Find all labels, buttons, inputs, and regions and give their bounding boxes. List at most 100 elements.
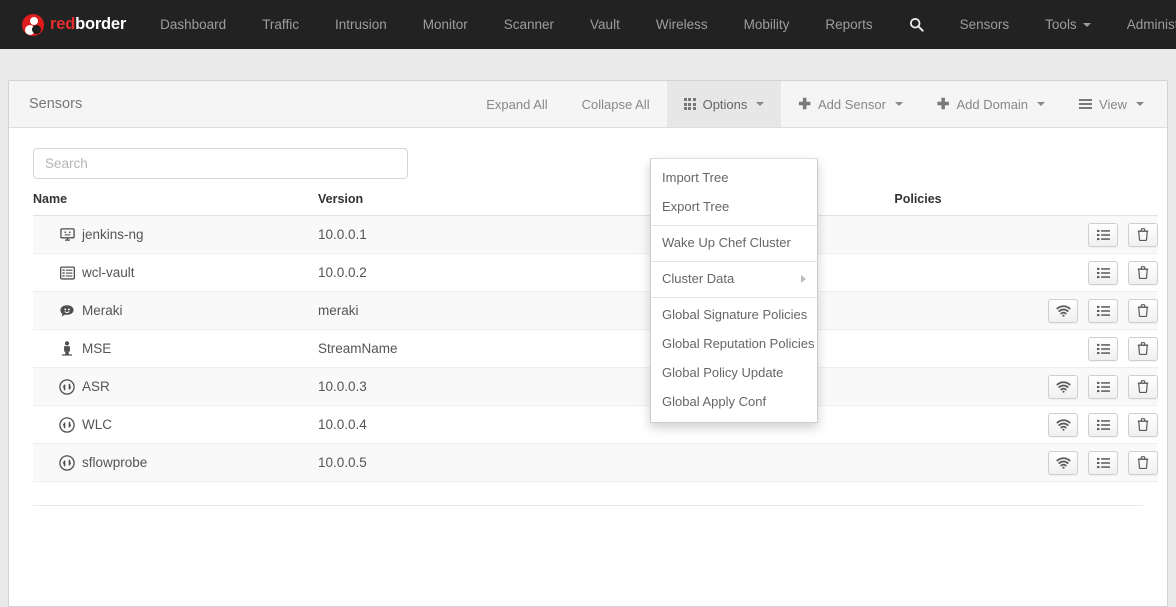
cell-name: MSE bbox=[33, 329, 318, 368]
nav-item-administrator[interactable]: Administrator bbox=[1109, 0, 1176, 49]
nav-item-tools-label: Tools bbox=[1045, 17, 1077, 32]
table-header: Name Version Policies bbox=[33, 192, 1158, 216]
list-icon-button[interactable] bbox=[1088, 412, 1119, 437]
add-sensor-button[interactable]: ✚ Add Sensor bbox=[781, 81, 920, 127]
list-icon-button[interactable] bbox=[1088, 374, 1119, 399]
menu-item-cluster-data[interactable]: Cluster Data bbox=[651, 261, 817, 294]
list-icon-button[interactable] bbox=[1088, 298, 1119, 323]
nav-item-mobility[interactable]: Mobility bbox=[726, 0, 808, 49]
cell-policies bbox=[858, 215, 978, 254]
table-footer-divider bbox=[33, 505, 1143, 506]
trash-icon-button[interactable] bbox=[1128, 336, 1158, 361]
cell-policies bbox=[858, 443, 978, 482]
cell-version: 10.0.0.4 bbox=[318, 405, 658, 444]
list-icon-button[interactable] bbox=[1088, 260, 1119, 285]
collapse-all-label: Collapse All bbox=[581, 96, 650, 112]
plus-icon: ✚ bbox=[798, 95, 811, 113]
cell-name: jenkins-ng bbox=[33, 215, 318, 254]
nav-item-vault[interactable]: Vault bbox=[572, 0, 638, 49]
menu-item-global-reputation-policies[interactable]: Global Reputation Policies bbox=[651, 330, 817, 359]
column-header-name: Name bbox=[33, 192, 318, 216]
cell-actions bbox=[978, 405, 1158, 444]
nav-item-monitor[interactable]: Monitor bbox=[405, 0, 486, 49]
menu-item-label: Wake Up Chef Cluster bbox=[662, 235, 791, 250]
cell-spacer bbox=[658, 443, 858, 482]
cell-version: meraki bbox=[318, 291, 658, 330]
menu-item-label: Global Reputation Policies bbox=[662, 336, 815, 351]
brand-text-red: red bbox=[50, 15, 76, 34]
exchange-circle-icon bbox=[59, 454, 75, 471]
list-icon bbox=[1079, 99, 1093, 109]
trash-icon-button[interactable] bbox=[1128, 298, 1158, 323]
table-row[interactable]: wcl-vault 10.0.0.2 bbox=[33, 253, 1158, 292]
add-sensor-label: Add Sensor bbox=[817, 96, 886, 112]
table-body: jenkins-ng 10.0.0.1 wcl-vault 10.0.0.2 M… bbox=[33, 215, 1158, 482]
chevron-right-icon bbox=[801, 275, 806, 283]
menu-item-label: Global Apply Conf bbox=[662, 394, 767, 409]
list-icon-button[interactable] bbox=[1088, 450, 1119, 475]
menu-item-global-policy-update[interactable]: Global Policy Update bbox=[651, 359, 817, 388]
cell-version: StreamName bbox=[318, 329, 658, 368]
expand-all-button[interactable]: Expand All bbox=[469, 81, 564, 127]
cell-version: 10.0.0.5 bbox=[318, 443, 658, 482]
sensors-table: Name Version Policies jenkins-ng 10.0.0.… bbox=[33, 192, 1158, 482]
trash-icon-button[interactable] bbox=[1128, 222, 1158, 247]
menu-item-label: Global Signature Policies bbox=[662, 307, 808, 322]
menu-item-wake-up-chef-cluster[interactable]: Wake Up Chef Cluster bbox=[651, 225, 817, 258]
panel-header: Sensors Expand All Collapse All Options … bbox=[9, 81, 1167, 128]
table-row[interactable]: MSE StreamName bbox=[33, 329, 1158, 368]
list-icon-button[interactable] bbox=[1088, 336, 1119, 361]
nav-item-scanner[interactable]: Scanner bbox=[486, 0, 572, 49]
nav-item-wireless[interactable]: Wireless bbox=[638, 0, 726, 49]
list-icon-button[interactable] bbox=[1088, 222, 1119, 247]
wifi-icon-button[interactable] bbox=[1048, 412, 1079, 437]
wifi-icon-button[interactable] bbox=[1048, 374, 1079, 399]
cell-policies bbox=[858, 405, 978, 444]
collapse-all-button[interactable]: Collapse All bbox=[565, 81, 667, 127]
cell-policies bbox=[858, 367, 978, 406]
trash-icon-button[interactable] bbox=[1128, 260, 1158, 285]
menu-item-global-signature-policies[interactable]: Global Signature Policies bbox=[651, 297, 817, 330]
panel-body: Name Version Policies bbox=[9, 128, 1167, 506]
desktop-icon bbox=[59, 227, 75, 243]
trash-icon-button[interactable] bbox=[1128, 374, 1158, 399]
table-row[interactable]: WLC 10.0.0.4 bbox=[33, 405, 1158, 444]
cell-policies bbox=[858, 291, 978, 330]
wifi-icon-button[interactable] bbox=[1048, 298, 1079, 323]
nav-item-tools[interactable]: Tools bbox=[1027, 0, 1109, 49]
chevron-down-icon bbox=[1037, 102, 1046, 106]
column-header-actions bbox=[978, 192, 1158, 216]
options-button[interactable]: Options bbox=[666, 81, 782, 127]
panel-toolbar: Expand All Collapse All Options ✚ Add Se… bbox=[469, 81, 1161, 127]
cell-policies bbox=[858, 253, 978, 292]
view-button[interactable]: View bbox=[1062, 81, 1161, 127]
cell-name: ASR bbox=[33, 367, 318, 406]
page-title: Sensors bbox=[29, 96, 83, 112]
table-row[interactable]: jenkins-ng 10.0.0.1 bbox=[33, 215, 1158, 254]
chevron-down-icon bbox=[894, 102, 903, 106]
cell-version: 10.0.0.2 bbox=[318, 253, 658, 292]
trash-icon-button[interactable] bbox=[1128, 412, 1158, 437]
menu-item-label: Import Tree bbox=[662, 170, 729, 185]
search-input[interactable] bbox=[33, 148, 408, 179]
trash-icon-button[interactable] bbox=[1128, 450, 1158, 475]
table-row[interactable]: ASR 10.0.0.3 bbox=[33, 367, 1158, 406]
nav-item-intrusion[interactable]: Intrusion bbox=[317, 0, 405, 49]
wifi-icon-button[interactable] bbox=[1048, 450, 1079, 475]
add-domain-button[interactable]: ✚ Add Domain bbox=[920, 81, 1062, 127]
table-row[interactable]: Meraki meraki bbox=[33, 291, 1158, 330]
nav-item-dashboard[interactable]: Dashboard bbox=[142, 0, 244, 49]
menu-item-export-tree[interactable]: Export Tree bbox=[651, 193, 817, 222]
search-icon[interactable] bbox=[891, 0, 942, 49]
nav-item-sensors[interactable]: Sensors bbox=[942, 0, 1028, 49]
cell-version: 10.0.0.1 bbox=[318, 215, 658, 254]
menu-item-import-tree[interactable]: Import Tree bbox=[651, 164, 817, 193]
menu-item-global-apply-conf[interactable]: Global Apply Conf bbox=[651, 388, 817, 417]
nav-item-reports[interactable]: Reports bbox=[807, 0, 890, 49]
table-row[interactable]: sflowprobe 10.0.0.5 bbox=[33, 443, 1158, 482]
person-icon bbox=[59, 341, 75, 357]
brand-logo-link[interactable]: redborder bbox=[0, 0, 142, 49]
nav-item-traffic[interactable]: Traffic bbox=[244, 0, 317, 49]
sensor-name: Meraki bbox=[82, 303, 123, 318]
column-header-policies: Policies bbox=[858, 192, 978, 216]
